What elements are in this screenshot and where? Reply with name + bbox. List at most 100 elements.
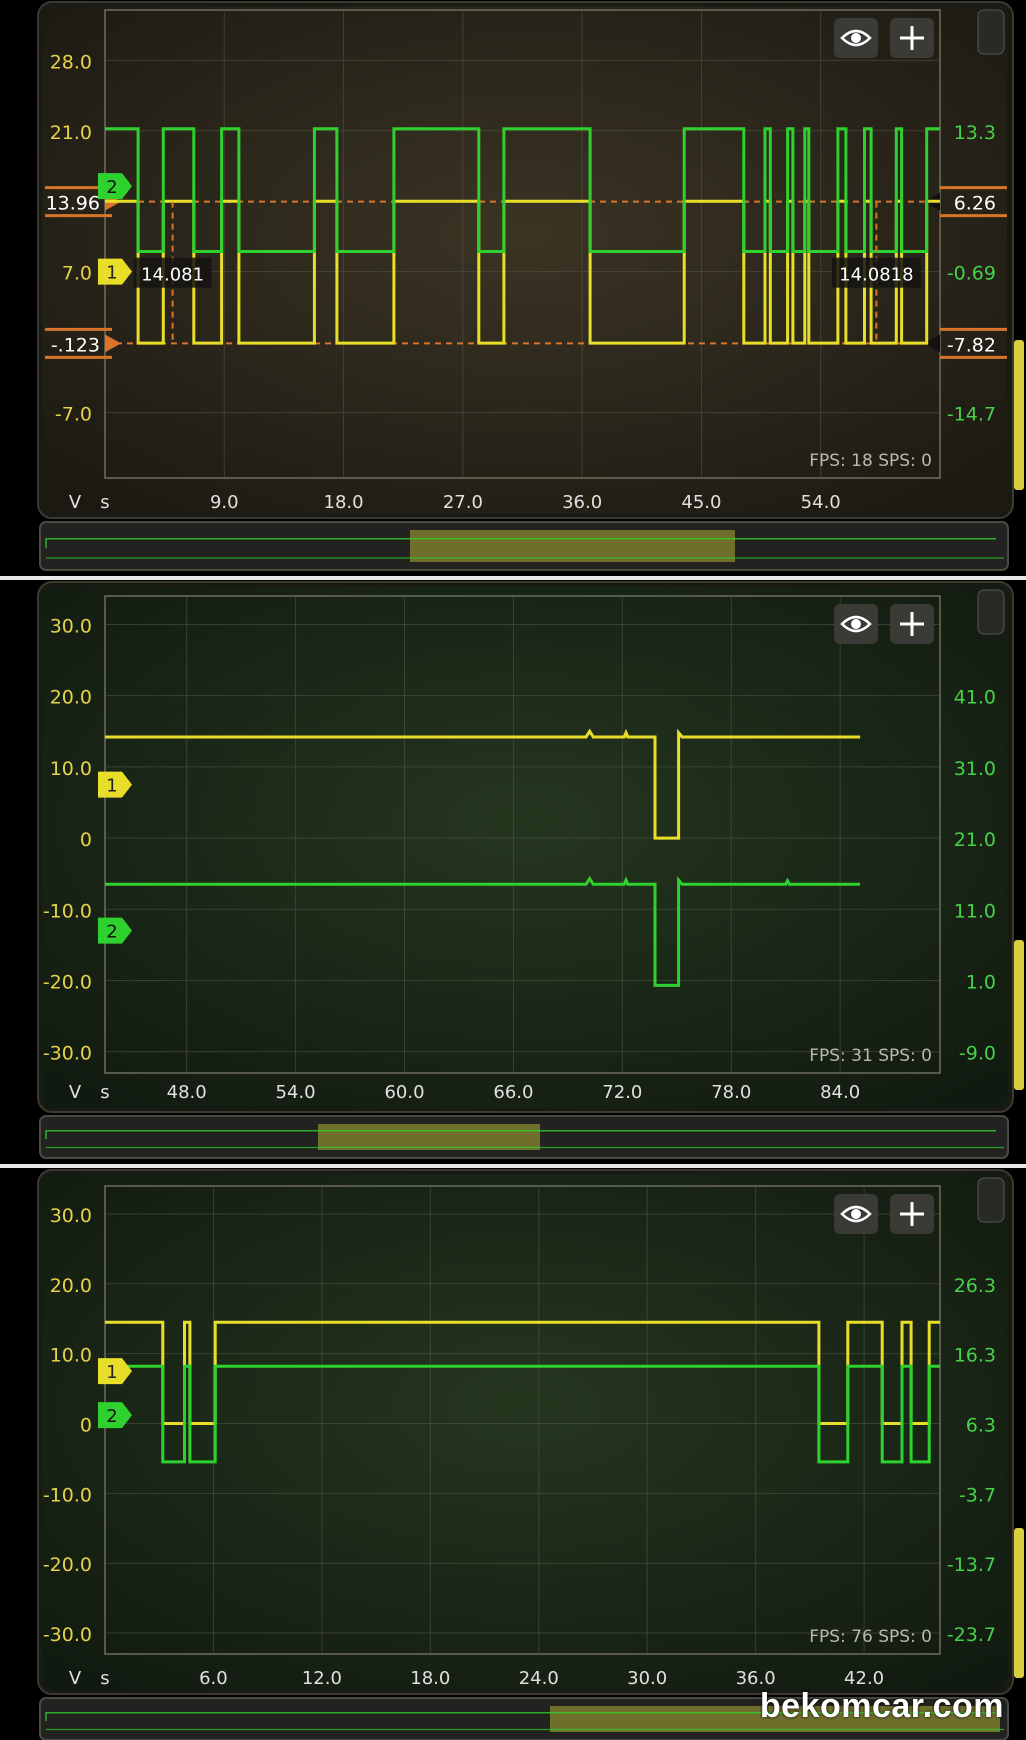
x-tick-label: 9.0	[210, 492, 239, 513]
right-tick-label: -13.7	[947, 1554, 996, 1576]
right-tick-label: 13.3	[954, 122, 996, 144]
x-tick-label: 27.0	[443, 492, 483, 513]
x-tick-label: 48.0	[167, 1082, 207, 1103]
overview-strip[interactable]	[39, 521, 1009, 571]
left-tick-label: -20.0	[43, 1554, 92, 1576]
x-tick-label: 42.0	[844, 1668, 884, 1689]
left-tick-label: -7.0	[55, 404, 92, 426]
right-tick-label: -3.7	[959, 1484, 996, 1506]
channel-marker-label: 2	[106, 922, 117, 943]
side-tab[interactable]	[977, 9, 1005, 55]
scope-panel-2: 30.0 20.0 10.0 0 -10.0 -20.0 -30.0 41.0 31.0 21.0…	[0, 580, 1026, 1163]
fps-status: FPS: 76 SPS: 0	[809, 1627, 932, 1647]
x-unit-label: s	[100, 1082, 109, 1103]
x-tick-label: 60.0	[384, 1082, 424, 1103]
x-tick-label: 45.0	[681, 492, 721, 513]
left-tick-label: 30.0	[50, 1205, 92, 1227]
eye-button[interactable]	[834, 1194, 878, 1234]
x-tick-label: 54.0	[276, 1082, 316, 1103]
x-tick-label: 18.0	[324, 492, 364, 513]
left-tick-label: -10.0	[43, 1484, 92, 1506]
x-unit-label: s	[100, 1668, 109, 1689]
eye-button[interactable]	[834, 18, 878, 58]
fps-status: FPS: 18 SPS: 0	[809, 451, 932, 471]
scroll-handle[interactable]	[1014, 940, 1024, 1090]
left-tick-label: -30.0	[43, 1624, 92, 1646]
side-tab[interactable]	[977, 1177, 1005, 1223]
right-tick-label: -0.69	[947, 263, 996, 285]
x-tick-label: 18.0	[410, 1668, 450, 1689]
y-unit-label: V	[69, 1668, 82, 1689]
x-tick-label: 12.0	[302, 1668, 342, 1689]
side-tab[interactable]	[977, 589, 1005, 635]
scope-panel-1: 28.0 21.0 7.0 -7.0 13.3 -0.69 -14.7 9.0 18.0 27.0…	[0, 0, 1026, 575]
channel-marker-label: 2	[106, 177, 117, 198]
channel-marker-label: 1	[106, 1362, 117, 1383]
right-tick-label: -9.0	[959, 1043, 996, 1065]
y-unit-label: V	[69, 492, 82, 513]
scroll-handle[interactable]	[1014, 340, 1024, 490]
right-tick-label: -23.7	[947, 1624, 996, 1646]
add-button[interactable]	[890, 18, 934, 58]
overview-strip[interactable]	[39, 1115, 1009, 1159]
left-tick-label: -20.0	[43, 971, 92, 993]
x-tick-label: 54.0	[801, 492, 841, 513]
channel-marker-label: 1	[106, 776, 117, 797]
left-tick-label: 28.0	[50, 51, 92, 73]
right-tick-label: 11.0	[954, 900, 996, 922]
eye-button[interactable]	[834, 604, 878, 644]
left-tick-label: 0	[80, 1414, 92, 1436]
plot-background	[42, 1174, 1007, 1690]
x-tick-label: 30.0	[627, 1668, 667, 1689]
left-tick-label: 10.0	[50, 1345, 92, 1367]
oscilloscope-chart-3[interactable]: 30.0 20.0 10.0 0 -10.0 -20.0 -30.0 26.3 16.3 6.3 -…	[0, 1168, 1026, 1740]
right-tick-label: 21.0	[954, 829, 996, 851]
cursor-left-value: 13.96	[46, 193, 100, 215]
left-tick-label: -30.0	[43, 1043, 92, 1065]
left-tick-label: 0	[80, 829, 92, 851]
right-tick-label: 41.0	[954, 687, 996, 709]
watermark-text: bekomcar.com	[759, 1687, 1004, 1725]
x-tick-label: 36.0	[736, 1668, 776, 1689]
eye-pupil	[851, 1209, 861, 1219]
x-tick-label: 72.0	[602, 1082, 642, 1103]
right-tick-label: 6.3	[966, 1414, 996, 1436]
cursor-left-value: -.123	[51, 334, 100, 356]
x-tick-label: 84.0	[820, 1082, 860, 1103]
left-tick-label: 7.0	[62, 263, 92, 285]
oscilloscope-chart-1[interactable]: 28.0 21.0 7.0 -7.0 13.3 -0.69 -14.7 9.0 18.0 27.0…	[0, 0, 1026, 575]
x-tick-label: 78.0	[711, 1082, 751, 1103]
channel-marker-label: 1	[106, 263, 117, 284]
overview-window[interactable]	[410, 530, 735, 562]
channel-marker-label: 2	[106, 1406, 117, 1427]
left-tick-label: 30.0	[50, 615, 92, 637]
x-tick-label: 24.0	[519, 1668, 559, 1689]
x-tick-label: 36.0	[562, 492, 602, 513]
eye-pupil	[851, 33, 861, 43]
scroll-handle[interactable]	[1014, 1528, 1024, 1678]
cursor-right-value: -7.82	[947, 334, 996, 356]
add-button[interactable]	[890, 1194, 934, 1234]
left-tick-label: 10.0	[50, 758, 92, 780]
oscilloscope-chart-2[interactable]: 30.020.010.00-10.0-20.0-30.041.031.021.0…	[0, 580, 1026, 1163]
eye-pupil	[851, 619, 861, 629]
fps-status: FPS: 31 SPS: 0	[809, 1046, 932, 1066]
x-tick-label: 6.0	[199, 1668, 228, 1689]
right-tick-label: 16.3	[954, 1345, 996, 1367]
add-button[interactable]	[890, 604, 934, 644]
x-tick-label: 66.0	[493, 1082, 533, 1103]
y-unit-label: V	[69, 1082, 82, 1103]
x-unit-label: s	[100, 492, 109, 513]
cursor-right-value: 6.26	[954, 193, 996, 215]
right-tick-label: 1.0	[966, 971, 996, 993]
left-tick-label: 21.0	[50, 122, 92, 144]
left-tick-label: 20.0	[50, 687, 92, 709]
right-tick-label: 26.3	[954, 1275, 996, 1297]
cursor-readout: 14.0818	[839, 265, 913, 286]
left-tick-label: -10.0	[43, 900, 92, 922]
overview-window[interactable]	[318, 1124, 540, 1150]
scope-panel-3: 30.0 20.0 10.0 0 -10.0 -20.0 -30.0 26.3 16.3 6.3 -…	[0, 1168, 1026, 1740]
right-tick-label: -14.7	[947, 404, 996, 426]
right-tick-label: 31.0	[954, 758, 996, 780]
cursor-readout: 14.081	[141, 265, 204, 286]
